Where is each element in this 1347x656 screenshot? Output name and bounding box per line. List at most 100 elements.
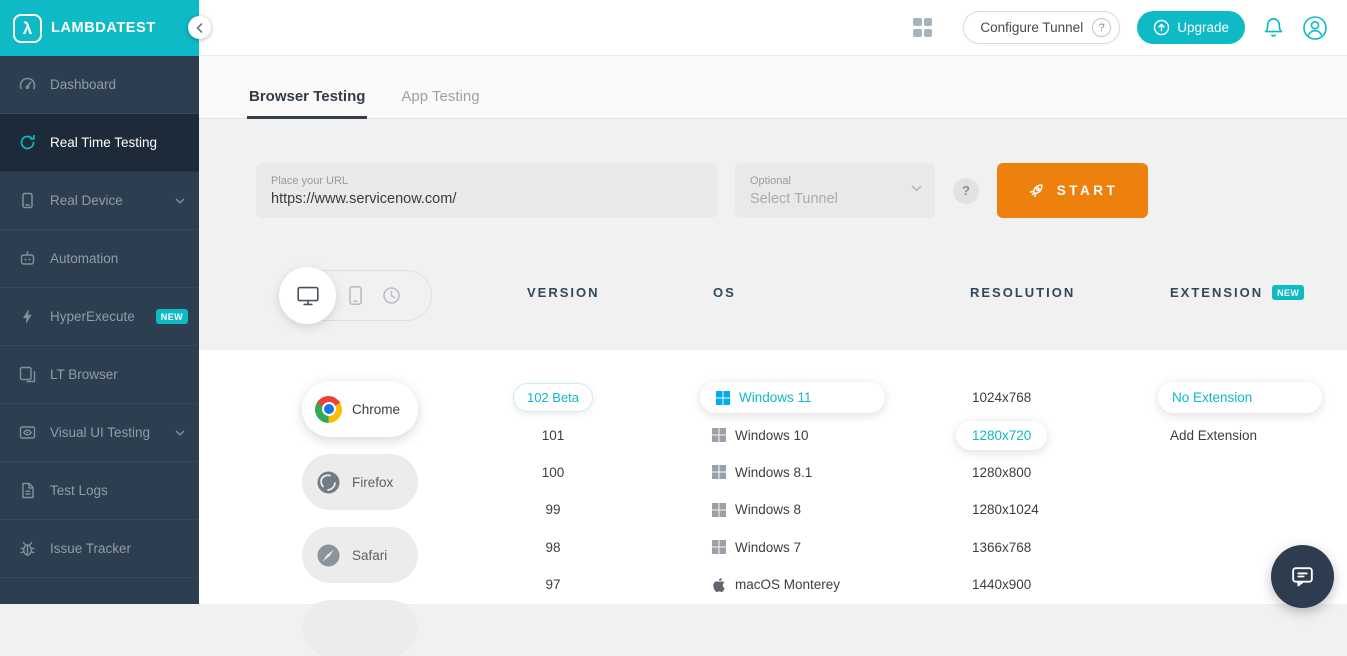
apps-grid-icon[interactable] <box>913 18 933 37</box>
browser-chrome[interactable]: Chrome <box>302 381 418 437</box>
sidebar-item-label: Real Device <box>50 193 123 208</box>
sidebar: λ LAMBDATEST Dashboard Real Time Testing… <box>0 0 199 604</box>
tab-browser-testing[interactable]: Browser Testing <box>247 88 368 119</box>
sidebar-item-label: Real Time Testing <box>50 135 158 150</box>
sidebar-item-lt-browser[interactable]: LT Browser <box>0 346 199 404</box>
configuration-grid: Chrome Firefox Safari 102 Beta 101 100 9… <box>199 350 1347 656</box>
resolution-label: 1024x768 <box>972 390 1032 406</box>
automation-icon <box>17 249 37 268</box>
sidebar-item-label: Visual UI Testing <box>50 425 151 440</box>
top-bar: Configure Tunnel ? Upgrade <box>199 0 1347 56</box>
start-button[interactable]: START <box>997 163 1148 218</box>
version-label: 97 <box>545 577 561 593</box>
browser-safari[interactable]: Safari <box>302 527 418 583</box>
dashboard-icon <box>17 75 37 94</box>
sidebar-item-hyperexecute[interactable]: HyperExecute NEW <box>0 288 199 346</box>
browser-label: Safari <box>352 547 388 563</box>
browser-firefox[interactable]: Firefox <box>302 454 418 510</box>
resolution-column-header: RESOLUTION <box>970 285 1076 300</box>
os-option[interactable]: Windows 8.1 <box>700 454 910 491</box>
browser-column: Chrome Firefox Safari <box>302 381 418 656</box>
tunnel-placeholder: Select Tunnel <box>750 190 838 207</box>
os-option[interactable]: Windows 11 <box>700 379 910 416</box>
upgrade-label: Upgrade <box>1177 20 1229 35</box>
tab-app-testing[interactable]: App Testing <box>399 88 481 119</box>
sidebar-item-visual-ui-testing[interactable]: Visual UI Testing <box>0 404 199 462</box>
os-label: Windows 10 <box>735 427 809 443</box>
version-option[interactable]: 98 <box>499 529 607 566</box>
url-input[interactable] <box>271 190 702 207</box>
sidebar-collapse-button[interactable] <box>188 16 211 39</box>
extension-column-header: EXTENSION NEW <box>1170 285 1305 300</box>
version-option[interactable]: 100 <box>499 454 607 491</box>
sidebar-item-label: Automation <box>50 251 119 266</box>
resolution-option[interactable]: 1280x1024 <box>956 491 1086 528</box>
resolution-label: 1280x720 <box>956 420 1048 450</box>
new-badge: NEW <box>155 309 188 324</box>
tab-bar: Browser Testing App Testing <box>199 56 1347 119</box>
real-device-icon <box>17 191 37 210</box>
version-option[interactable]: 99 <box>499 491 607 528</box>
firefox-icon <box>315 469 342 496</box>
lambdatest-logo[interactable]: λ LAMBDATEST <box>0 0 199 56</box>
tunnel-select[interactable]: Optional Select Tunnel <box>735 163 935 218</box>
resolution-option[interactable]: 1280x800 <box>956 454 1086 491</box>
notifications-bell-icon[interactable] <box>1262 16 1285 39</box>
resolution-option[interactable]: 1280x720 <box>956 416 1086 453</box>
tunnel-help-icon[interactable]: ? <box>1092 18 1112 37</box>
version-label: 102 Beta <box>512 383 594 413</box>
os-option[interactable]: Windows 7 <box>700 529 910 566</box>
extension-option[interactable]: Add Extension <box>1158 416 1347 453</box>
upgrade-arrow-icon <box>1153 19 1170 36</box>
os-option[interactable]: Windows 10 <box>700 416 910 453</box>
test-logs-icon <box>17 481 37 500</box>
configure-tunnel-label: Configure Tunnel <box>980 20 1084 35</box>
sidebar-item-dashboard[interactable]: Dashboard <box>0 56 199 114</box>
resolution-label: 1280x800 <box>972 464 1032 480</box>
sidebar-item-issue-tracker[interactable]: Issue Tracker <box>0 520 199 578</box>
browser-pill-partial[interactable] <box>302 600 418 656</box>
os-option[interactable]: macOS Monterey <box>700 566 910 603</box>
safari-icon <box>315 542 342 569</box>
chat-widget-button[interactable] <box>1271 545 1334 608</box>
windows-icon <box>712 465 726 480</box>
version-option[interactable]: 97 <box>499 566 607 603</box>
column-headers: VERSION OS RESOLUTION EXTENSION NEW <box>199 285 1347 303</box>
sidebar-item-real-device[interactable]: Real Device <box>0 172 199 230</box>
resolution-option[interactable]: 1366x768 <box>956 529 1086 566</box>
rocket-icon <box>1027 181 1046 200</box>
os-label: Windows 11 <box>739 390 812 406</box>
new-badge: NEW <box>1272 285 1305 300</box>
user-avatar[interactable] <box>1302 15 1328 41</box>
start-label: START <box>1056 183 1119 198</box>
version-option[interactable]: 101 <box>499 416 607 453</box>
sidebar-item-test-logs[interactable]: Test Logs <box>0 462 199 520</box>
version-option[interactable]: 102 Beta <box>499 379 607 416</box>
resolution-label: 1366x768 <box>972 539 1032 555</box>
resolution-option[interactable]: 1440x900 <box>956 566 1086 603</box>
url-field-label: Place your URL <box>271 174 349 187</box>
os-option[interactable]: Windows 8 <box>700 491 910 528</box>
chevron-left-icon <box>196 22 203 33</box>
chevron-down-icon <box>911 185 922 192</box>
os-label: macOS Monterey <box>735 577 841 593</box>
sidebar-item-label: Test Logs <box>50 483 108 498</box>
extension-label: Add Extension <box>1170 427 1258 443</box>
extension-option[interactable]: No Extension <box>1158 379 1347 416</box>
windows-icon <box>712 502 726 517</box>
sidebar-nav: Dashboard Real Time Testing Real Device … <box>0 56 199 604</box>
browser-label: Chrome <box>352 401 401 417</box>
start-help-icon[interactable]: ? <box>953 177 979 204</box>
resolution-label: 1440x900 <box>972 577 1032 593</box>
sidebar-item-real-time-testing[interactable]: Real Time Testing <box>0 114 199 172</box>
version-label: 101 <box>541 427 565 443</box>
lambdatest-logo-icon: λ <box>13 13 42 43</box>
sidebar-item-automation[interactable]: Automation <box>0 230 199 288</box>
upgrade-button[interactable]: Upgrade <box>1137 11 1245 44</box>
brand-name: LAMBDATEST <box>51 20 156 36</box>
resolution-option[interactable]: 1024x768 <box>956 379 1086 416</box>
url-section: Place your URL Optional Select Tunnel ? … <box>256 163 1148 218</box>
os-column-header: OS <box>713 285 736 300</box>
extension-label: No Extension <box>1158 382 1322 414</box>
configure-tunnel-button[interactable]: Configure Tunnel ? <box>963 11 1121 44</box>
